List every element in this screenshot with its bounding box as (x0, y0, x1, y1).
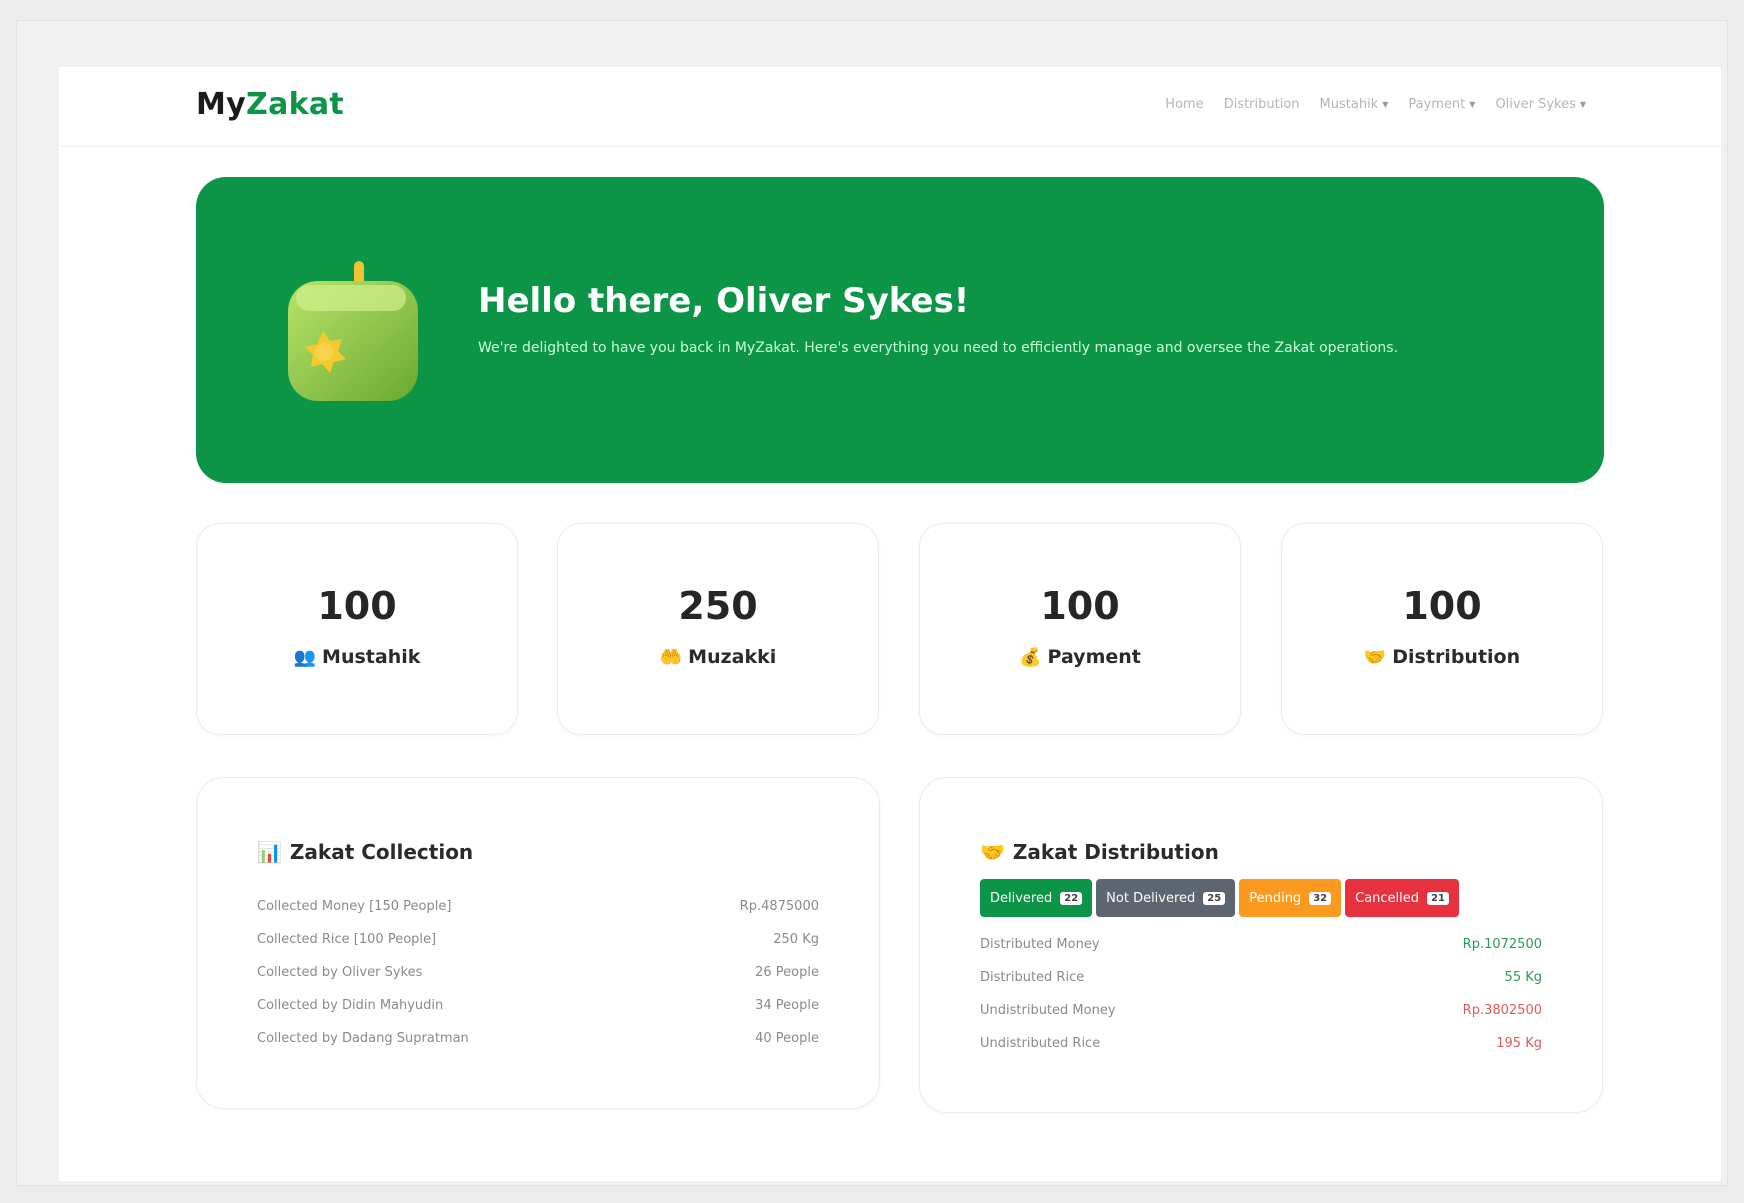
row-value: 250 Kg (773, 932, 819, 947)
list-item: Collected Rice [100 People] 250 Kg (257, 923, 819, 956)
brand-logo[interactable]: MyZakat (196, 87, 344, 122)
row-label: Collected by Dadang Supratman (257, 1031, 469, 1046)
stat-label-text: Mustahik (322, 646, 421, 668)
badge-pending[interactable]: Pending 32 (1239, 879, 1342, 917)
distribution-list: Distributed Money Rp.1072500 Distributed … (980, 928, 1542, 1060)
welcome-subtitle: We're delighted to have you back in MyZa… (478, 340, 1399, 356)
row-value: Rp.4875000 (739, 899, 819, 914)
nav-home[interactable]: Home (1165, 97, 1203, 112)
nav-payment-label: Payment (1408, 97, 1466, 112)
nav-links: Home Distribution Mustahik ▼ Payment ▼ Oli… (1165, 97, 1586, 112)
badge-count: 21 (1427, 891, 1449, 905)
row-value: 40 People (755, 1031, 819, 1046)
list-item: Collected by Dadang Supratman 40 People (257, 1022, 819, 1055)
list-item: Distributed Money Rp.1072500 (980, 928, 1542, 961)
money-bag-icon: 💰 (1019, 647, 1042, 668)
caret-down-icon: ▼ (1469, 100, 1476, 109)
row-value: Rp.3802500 (1462, 1003, 1542, 1018)
list-item: Undistributed Rice 195 Kg (980, 1027, 1542, 1060)
list-item: Collected by Didin Mahyudin 34 People (257, 989, 819, 1022)
row-label: Collected by Didin Mahyudin (257, 998, 444, 1013)
nav-distribution[interactable]: Distribution (1224, 97, 1300, 112)
row-label: Undistributed Money (980, 1003, 1116, 1018)
badge-label: Cancelled (1355, 890, 1420, 906)
row-label: Distributed Money (980, 937, 1100, 952)
stat-value: 100 (1040, 584, 1120, 628)
badge-cancelled[interactable]: Cancelled 21 (1345, 879, 1459, 917)
people-icon: 👥 (293, 647, 317, 668)
stat-card-payment[interactable]: 100 💰 Payment (919, 523, 1241, 735)
nav-mustahik-dropdown[interactable]: Mustahik ▼ (1320, 97, 1389, 112)
stat-value: 100 (1402, 584, 1482, 628)
panel-title: 🤝 Zakat Distribution (980, 840, 1219, 864)
panel-title-text: Zakat Distribution (1012, 840, 1219, 864)
badge-count: 32 (1309, 891, 1332, 905)
bar-chart-icon: 📊 (257, 840, 282, 864)
list-item: Collected by Oliver Sykes 26 People (257, 956, 819, 989)
zakat-distribution-panel: 🤝 Zakat Distribution Delivered 22 Not Deli… (919, 777, 1603, 1113)
list-item: Distributed Rice 55 Kg (980, 961, 1542, 994)
stat-label: 🤝 Distribution (1282, 646, 1602, 668)
row-value: 34 People (755, 998, 819, 1013)
stat-value: 100 (317, 584, 397, 628)
stat-label-text: Payment (1047, 646, 1141, 668)
nav-mustahik-label: Mustahik (1319, 97, 1379, 112)
status-badges: Delivered 22 Not Delivered 25 Pending 32 Ca… (980, 879, 1459, 917)
row-label: Collected Money [150 People] (257, 899, 452, 914)
collection-list: Collected Money [150 People] Rp.4875000 C… (257, 890, 819, 1055)
stat-label: 🤲 Muzakki (558, 646, 878, 668)
hand-icon: 🤲 (659, 647, 683, 668)
nav-user-label: Oliver Sykes (1495, 97, 1576, 112)
dashboard-page: MyZakat Home Distribution Mustahik ▼ Paym… (59, 67, 1721, 1181)
welcome-title: Hello there, Oliver Sykes! (478, 281, 970, 321)
navbar: MyZakat Home Distribution Mustahik ▼ Paym… (59, 67, 1721, 147)
row-value: 26 People (755, 965, 819, 980)
panel-title: 📊 Zakat Collection (257, 840, 473, 864)
caret-down-icon: ▼ (1579, 100, 1586, 109)
distribution-icon: 🤝 (980, 840, 1005, 864)
list-item: Undistributed Money Rp.3802500 (980, 994, 1542, 1027)
zakat-collection-panel: 📊 Zakat Collection Collected Money [150 P… (196, 777, 880, 1109)
panel-title-text: Zakat Collection (289, 840, 474, 864)
badge-label: Pending (1249, 890, 1302, 906)
brand-prefix: My (196, 87, 247, 122)
badge-count: 25 (1203, 891, 1226, 905)
screenshot-frame: MyZakat Home Distribution Mustahik ▼ Paym… (16, 20, 1728, 1186)
nav-payment-dropdown[interactable]: Payment ▼ (1408, 97, 1475, 112)
row-value: Rp.1072500 (1462, 937, 1542, 952)
stat-label: 💰 Payment (920, 646, 1240, 668)
stat-label-text: Distribution (1392, 646, 1521, 668)
brand-accent: Zakat (246, 87, 345, 122)
row-value: 195 Kg (1496, 1036, 1542, 1051)
stat-label-text: Muzakki (688, 646, 777, 668)
welcome-banner: Hello there, Oliver Sykes! We're delight… (196, 177, 1604, 483)
zakat-box-icon (288, 261, 418, 401)
row-label: Distributed Rice (980, 970, 1085, 985)
caret-down-icon: ▼ (1382, 100, 1389, 109)
stat-card-distribution[interactable]: 100 🤝 Distribution (1281, 523, 1603, 735)
badge-count: 22 (1060, 891, 1083, 905)
row-label: Collected Rice [100 People] (257, 932, 437, 947)
nav-user-dropdown[interactable]: Oliver Sykes ▼ (1495, 97, 1586, 112)
row-label: Undistributed Rice (980, 1036, 1101, 1051)
stat-card-mustahik[interactable]: 100 👥 Mustahik (196, 523, 518, 735)
badge-not-delivered[interactable]: Not Delivered 25 (1096, 879, 1236, 917)
badge-label: Not Delivered (1106, 890, 1196, 906)
row-value: 55 Kg (1504, 970, 1542, 985)
stat-card-muzakki[interactable]: 250 🤲 Muzakki (557, 523, 879, 735)
row-label: Collected by Oliver Sykes (257, 965, 423, 980)
badge-label: Delivered (990, 890, 1053, 906)
list-item: Collected Money [150 People] Rp.4875000 (257, 890, 819, 923)
distribution-icon: 🤝 (1363, 647, 1387, 668)
stat-value: 250 (678, 584, 758, 628)
badge-delivered[interactable]: Delivered 22 (980, 879, 1093, 917)
stat-label: 👥 Mustahik (197, 646, 517, 668)
